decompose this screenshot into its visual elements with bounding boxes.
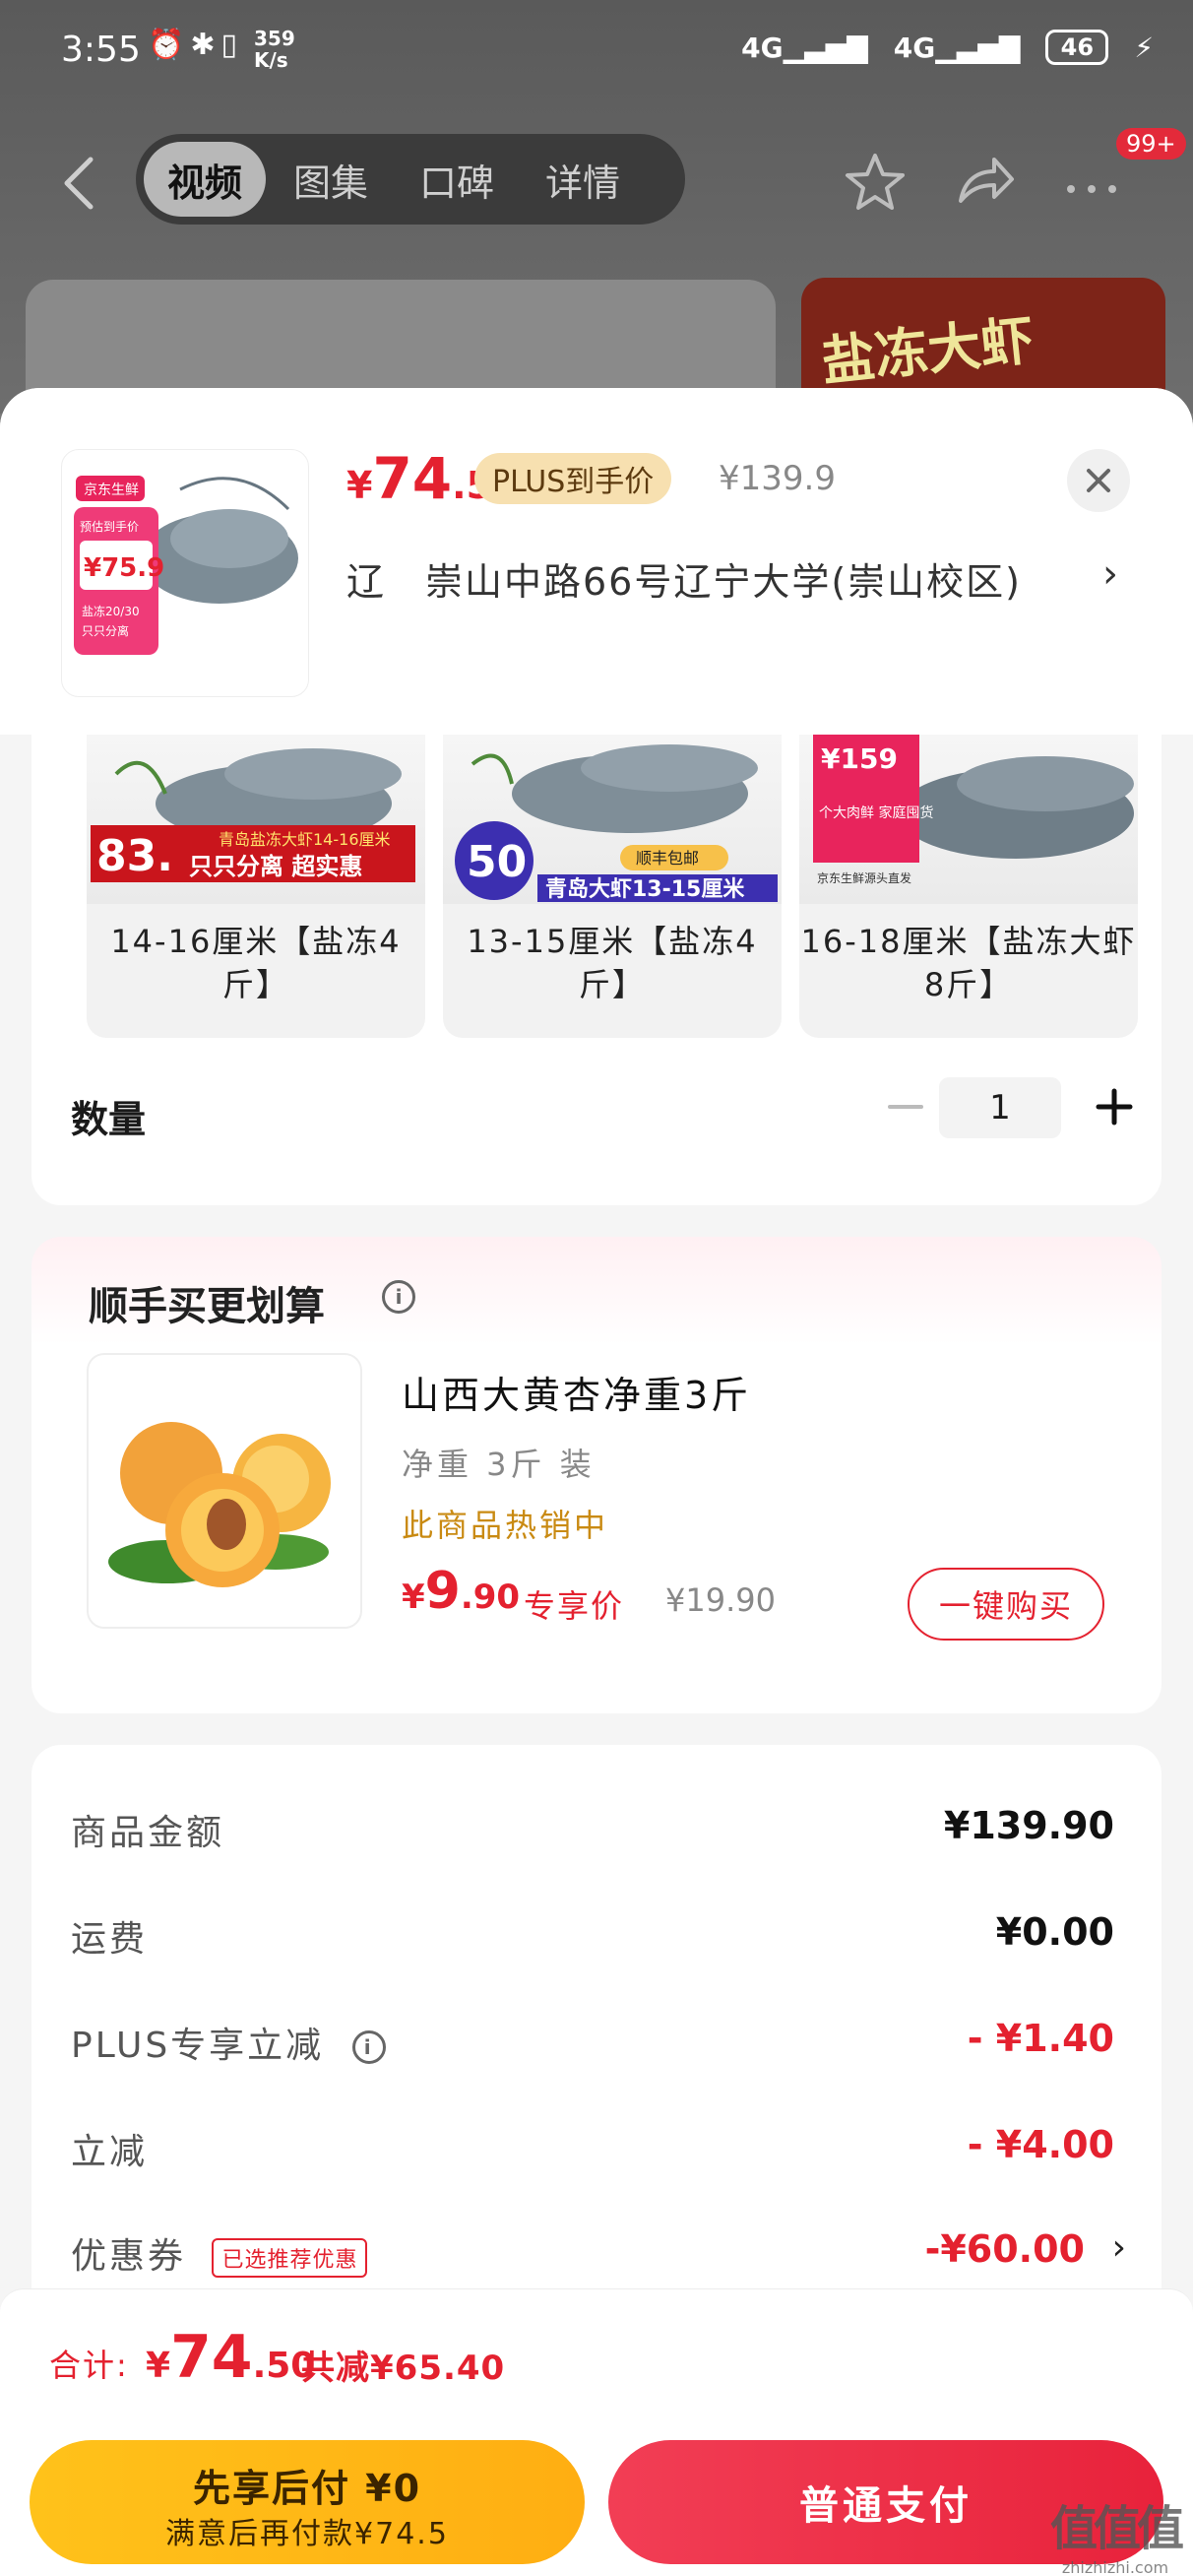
svg-text:50: 50 bbox=[467, 837, 527, 887]
spec-option-image: 50 青岛大虾13-15厘米 顺丰包邮 bbox=[443, 735, 782, 904]
status-icons: ⏰✱▯ bbox=[148, 28, 243, 62]
svg-text:京东生鲜: 京东生鲜 bbox=[84, 483, 139, 498]
upsell-thumbnail[interactable] bbox=[87, 1353, 362, 1629]
summary-row-goods: 商品金额 ¥139.90 bbox=[71, 1804, 1114, 1853]
upsell-product-name[interactable]: 山西大黄杏净重3斤 bbox=[402, 1365, 751, 1419]
top-nav: 视频 图集 口碑 详情 99+ bbox=[0, 128, 1193, 236]
exclusive-price-label: 专享价 bbox=[524, 1587, 625, 1625]
upsell-card: 顺手买更划算 i 山西大黄杏净重3斤 净重 3斤 装 此商品热销中 ¥9.90 … bbox=[31, 1237, 1162, 1713]
shrimp-image-icon: ¥159 个大肉鲜 家庭囤货 京东生鲜源头直发 bbox=[813, 735, 1134, 885]
spec-option-image: ¥159 个大肉鲜 家庭囤货 京东生鲜源头直发 bbox=[799, 735, 1138, 904]
shrimp-image-icon: 83. 青岛盐冻大虾14-16厘米 只只分离 超实惠 bbox=[91, 748, 415, 882]
quantity-increase-button[interactable] bbox=[1085, 1077, 1144, 1136]
product-header: 京东生鲜 预估到手价 ¥75.9 盐冻20/30 只只分离 ¥74.5 PLUS… bbox=[0, 388, 1193, 735]
share-icon[interactable] bbox=[953, 150, 1018, 215]
quantity-input[interactable]: 1 bbox=[939, 1077, 1061, 1138]
upsell-product-spec: 净重 3斤 装 bbox=[402, 1446, 596, 1483]
product-price: ¥74.5 bbox=[346, 445, 493, 512]
spec-option-label: 16-18厘米【盐冻大虾8斤】 bbox=[800, 923, 1137, 1003]
tab-video[interactable]: 视频 bbox=[144, 142, 267, 217]
chevron-right-icon[interactable]: › bbox=[1112, 2227, 1126, 2268]
spec-option[interactable]: 50 青岛大虾13-15厘米 顺丰包邮 13-15厘米【盐冻4斤】 bbox=[443, 735, 782, 1038]
signal-2-icon: 4G▁▃▅▇ bbox=[893, 31, 1021, 64]
svg-text:只只分离: 只只分离 bbox=[82, 623, 129, 638]
spec-selector: 83. 青岛盐冻大虾14-16厘米 只只分离 超实惠 14-16厘米【盐冻4斤】… bbox=[31, 735, 1162, 1205]
chevron-right-icon[interactable]: › bbox=[1102, 551, 1118, 597]
tab-gallery[interactable]: 图集 bbox=[270, 142, 392, 217]
spec-option[interactable]: 83. 青岛盐冻大虾14-16厘米 只只分离 超实惠 14-16厘米【盐冻4斤】 bbox=[87, 735, 425, 1038]
svg-text:预估到手价: 预估到手价 bbox=[80, 520, 139, 534]
tab-details[interactable]: 详情 bbox=[522, 142, 644, 217]
close-button[interactable] bbox=[1067, 449, 1130, 512]
more-icon[interactable] bbox=[1059, 150, 1124, 215]
summary-row-plus-discount: PLUS专享立减 i - ¥1.40 bbox=[71, 2017, 1114, 2066]
spec-option-image: 83. 青岛盐冻大虾14-16厘米 只只分离 超实惠 bbox=[87, 735, 425, 904]
charging-icon: ⚡ bbox=[1134, 31, 1154, 64]
spec-option-label: 13-15厘米【盐冻4斤】 bbox=[467, 923, 758, 1003]
info-icon[interactable]: i bbox=[382, 1280, 415, 1314]
status-speed: 359 K/s bbox=[254, 27, 295, 72]
action-bar: 先享后付 ¥0 满意后再付款¥74.5 普通支付 bbox=[0, 2422, 1193, 2576]
summary-row-instant-discount: 立减 - ¥4.00 bbox=[71, 2123, 1114, 2172]
upsell-hot-label: 此商品热销中 bbox=[402, 1507, 609, 1544]
original-price: ¥139.9 bbox=[719, 459, 836, 498]
upsell-title: 顺手买更划算 bbox=[89, 1284, 325, 1329]
svg-text:¥159: ¥159 bbox=[821, 742, 898, 775]
coupon-tag: 已选推荐优惠 bbox=[212, 2238, 368, 2278]
svg-text:只只分离 超实惠: 只只分离 超实惠 bbox=[189, 853, 362, 880]
total-price: ¥74.50 bbox=[146, 2323, 316, 2392]
svg-text:盐冻20/30: 盐冻20/30 bbox=[82, 604, 140, 618]
svg-text:青岛大虾13-15厘米: 青岛大虾13-15厘米 bbox=[545, 876, 745, 902]
summary-row-shipping: 运费 ¥0.00 bbox=[71, 1910, 1114, 1960]
status-right: 4G▁▃▅▇ 4G▁▃▅▇ 46 ⚡ bbox=[741, 30, 1154, 65]
battery-icon: 46 bbox=[1045, 30, 1109, 65]
spec-option[interactable]: ¥159 个大肉鲜 家庭囤货 京东生鲜源头直发 16-18厘米【盐冻大虾8斤】 bbox=[799, 735, 1138, 1038]
quantity-decrease-button[interactable] bbox=[876, 1077, 935, 1136]
svg-text:个大肉鲜 家庭囤货: 个大肉鲜 家庭囤货 bbox=[819, 805, 933, 821]
summary-row-coupon[interactable]: 优惠券 已选推荐优惠 -¥60.00 › bbox=[71, 2227, 1126, 2286]
total-saved: 共减¥65.40 bbox=[301, 2349, 506, 2388]
favorite-star-icon[interactable] bbox=[843, 150, 908, 215]
status-bar: 3:55 ⏰✱▯ 359 K/s 4G▁▃▅▇ 4G▁▃▅▇ 46 ⚡ bbox=[0, 0, 1193, 98]
status-time: 3:55 bbox=[61, 30, 141, 70]
shrimp-product-image-icon: 京东生鲜 预估到手价 ¥75.9 盐冻20/30 只只分离 bbox=[74, 476, 298, 655]
one-click-buy-button[interactable]: 一键购买 bbox=[908, 1568, 1104, 1641]
svg-text:顺丰包邮: 顺丰包邮 bbox=[636, 849, 699, 868]
shrimp-image-icon: 50 青岛大虾13-15厘米 顺丰包邮 bbox=[455, 744, 778, 902]
background-page: 3:55 ⏰✱▯ 359 K/s 4G▁▃▅▇ 4G▁▃▅▇ 46 ⚡ 视频 图… bbox=[0, 0, 1193, 477]
info-icon[interactable]: i bbox=[351, 2030, 386, 2064]
svg-text:京东生鲜源头直发: 京东生鲜源头直发 bbox=[817, 870, 911, 885]
pay-later-button[interactable]: 先享后付 ¥0 满意后再付款¥74.5 bbox=[30, 2440, 585, 2564]
back-arrow-icon[interactable] bbox=[59, 156, 98, 211]
total-label: 合计: bbox=[49, 2347, 129, 2384]
upsell-price: ¥9.90 bbox=[402, 1562, 521, 1621]
delivery-address[interactable]: 辽 崇山中路66号辽宁大学(崇山校区) bbox=[346, 551, 1134, 606]
total-bar: 合计: ¥74.50 共减¥65.40 bbox=[0, 2288, 1193, 2422]
close-icon bbox=[1087, 469, 1110, 492]
svg-text:青岛盐冻大虾14-16厘米: 青岛盐冻大虾14-16厘米 bbox=[219, 830, 391, 849]
svg-text:83.: 83. bbox=[96, 831, 173, 881]
media-tabs: 视频 图集 口碑 详情 bbox=[136, 134, 685, 225]
svg-text:¥75.9: ¥75.9 bbox=[84, 553, 164, 583]
message-badge: 99+ bbox=[1116, 128, 1186, 160]
tab-reviews[interactable]: 口碑 bbox=[396, 142, 518, 217]
site-watermark: 值值值 zhizhizhi.com bbox=[1049, 2501, 1184, 2576]
apricot-image-icon bbox=[108, 1422, 331, 1587]
upsell-original-price: ¥19.90 bbox=[665, 1581, 776, 1619]
plus-price-tag: PLUS到手价 bbox=[474, 453, 672, 504]
quantity-label: 数量 bbox=[71, 1098, 147, 1141]
signal-1-icon: 4G▁▃▅▇ bbox=[741, 31, 868, 64]
product-thumbnail: 京东生鲜 预估到手价 ¥75.9 盐冻20/30 只只分离 bbox=[61, 449, 309, 697]
spec-option-label: 14-16厘米【盐冻4斤】 bbox=[110, 923, 402, 1003]
purchase-sheet: 83. 青岛盐冻大虾14-16厘米 只只分离 超实惠 14-16厘米【盐冻4斤】… bbox=[0, 388, 1193, 2576]
price-summary: 商品金额 ¥139.90 运费 ¥0.00 PLUS专享立减 i - ¥1.40… bbox=[31, 1745, 1162, 2336]
